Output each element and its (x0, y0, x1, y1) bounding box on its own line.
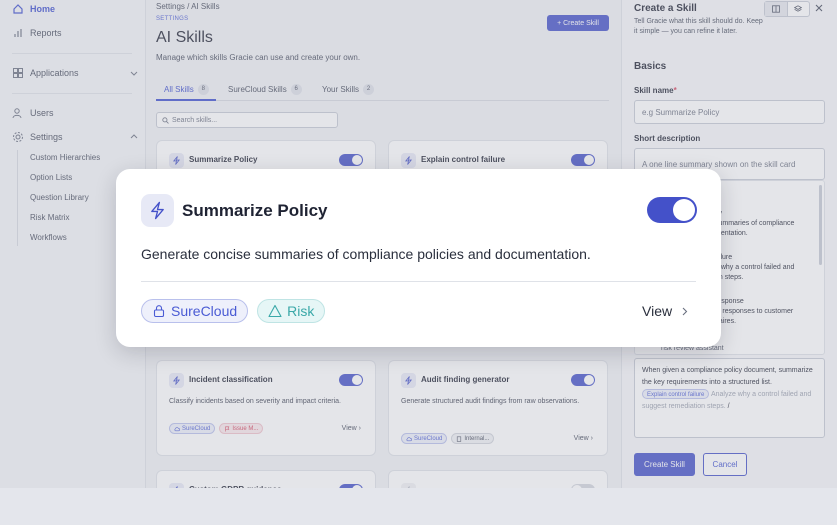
chevron-right-icon (682, 307, 688, 315)
bottom-band (0, 488, 837, 525)
tag-surecloud: SureCloud (141, 299, 249, 323)
tag-list: SureCloud Risk (141, 299, 326, 323)
tag-label: SureCloud (171, 303, 238, 319)
lock-icon (153, 305, 165, 318)
tag-risk: Risk (257, 299, 326, 323)
skill-card-title: Summarize Policy (182, 201, 328, 220)
skill-card-description: Generate concise summaries of compliance… (141, 246, 591, 262)
lightning-icon (141, 194, 174, 227)
view-link[interactable]: View (642, 303, 689, 319)
tag-label: Risk (287, 303, 315, 319)
view-label: View (642, 303, 673, 319)
triangle-icon (268, 304, 282, 318)
skill-enabled-toggle[interactable] (647, 197, 697, 223)
skill-card-focused[interactable]: Summarize Policy Generate concise summar… (116, 169, 721, 347)
divider (141, 281, 696, 282)
